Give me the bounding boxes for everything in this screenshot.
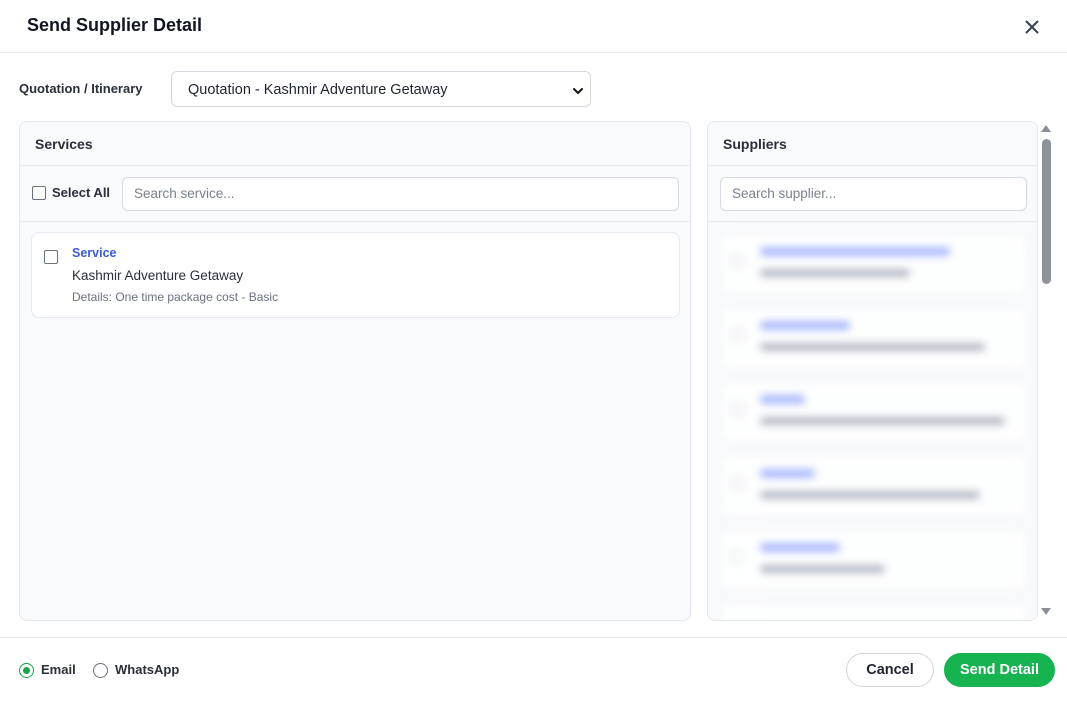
quotation-selected-value: Quotation - Kashmir Adventure Getaway [188,82,448,98]
service-name: Kashmir Adventure Getaway [72,268,244,283]
service-checkbox[interactable] [44,250,58,264]
email-radio-label[interactable]: Email [41,662,76,677]
chevron-down-icon [572,84,584,96]
service-type: Service [72,246,117,260]
dialog-header: Send Supplier Detail [0,0,1067,53]
scrollbar-thumb[interactable] [1042,139,1051,284]
quotation-label: Quotation / Itinerary [19,81,143,96]
supplier-card[interactable] [719,602,1029,620]
dialog-title: Send Supplier Detail [27,15,203,35]
supplier-search-input[interactable]: Search supplier... [720,177,1027,211]
supplier-card[interactable] [719,380,1029,444]
services-panel: Services Select All Search service... Se… [19,121,691,621]
suppliers-title: Suppliers [723,136,787,152]
select-all-checkbox[interactable] [32,186,46,200]
supplier-card[interactable] [719,232,1029,296]
select-all-label[interactable]: Select All [52,185,110,200]
send-detail-button[interactable]: Send Detail [944,653,1055,687]
supplier-list-blurred [708,222,1037,620]
service-card[interactable]: Service Kashmir Adventure Getaway Detail… [31,232,680,318]
dialog-footer: Email WhatsApp Cancel Send Detail [0,637,1067,701]
cancel-button[interactable]: Cancel [846,653,934,687]
services-toolbar: Select All Search service... [20,166,690,222]
close-icon[interactable] [1020,15,1044,39]
whatsapp-radio[interactable] [93,663,108,678]
suppliers-toolbar: Search supplier... [708,166,1037,222]
services-header: Services [20,122,690,166]
suppliers-panel: Suppliers Search supplier... [707,121,1038,621]
scroll-down-arrow-icon[interactable] [1041,608,1051,615]
quotation-select[interactable]: Quotation - Kashmir Adventure Getaway [171,71,591,107]
supplier-card[interactable] [719,454,1029,518]
services-title: Services [35,136,93,152]
suppliers-header: Suppliers [708,122,1037,166]
email-radio[interactable] [19,663,34,678]
supplier-card[interactable] [719,306,1029,370]
scroll-up-arrow-icon[interactable] [1041,125,1051,132]
service-details: Details: One time package cost - Basic [72,290,279,304]
supplier-card[interactable] [719,528,1029,592]
service-search-input[interactable]: Search service... [122,177,679,211]
send-supplier-detail-dialog: Send Supplier Detail Quotation / Itinera… [0,0,1067,701]
whatsapp-radio-label[interactable]: WhatsApp [115,662,179,677]
